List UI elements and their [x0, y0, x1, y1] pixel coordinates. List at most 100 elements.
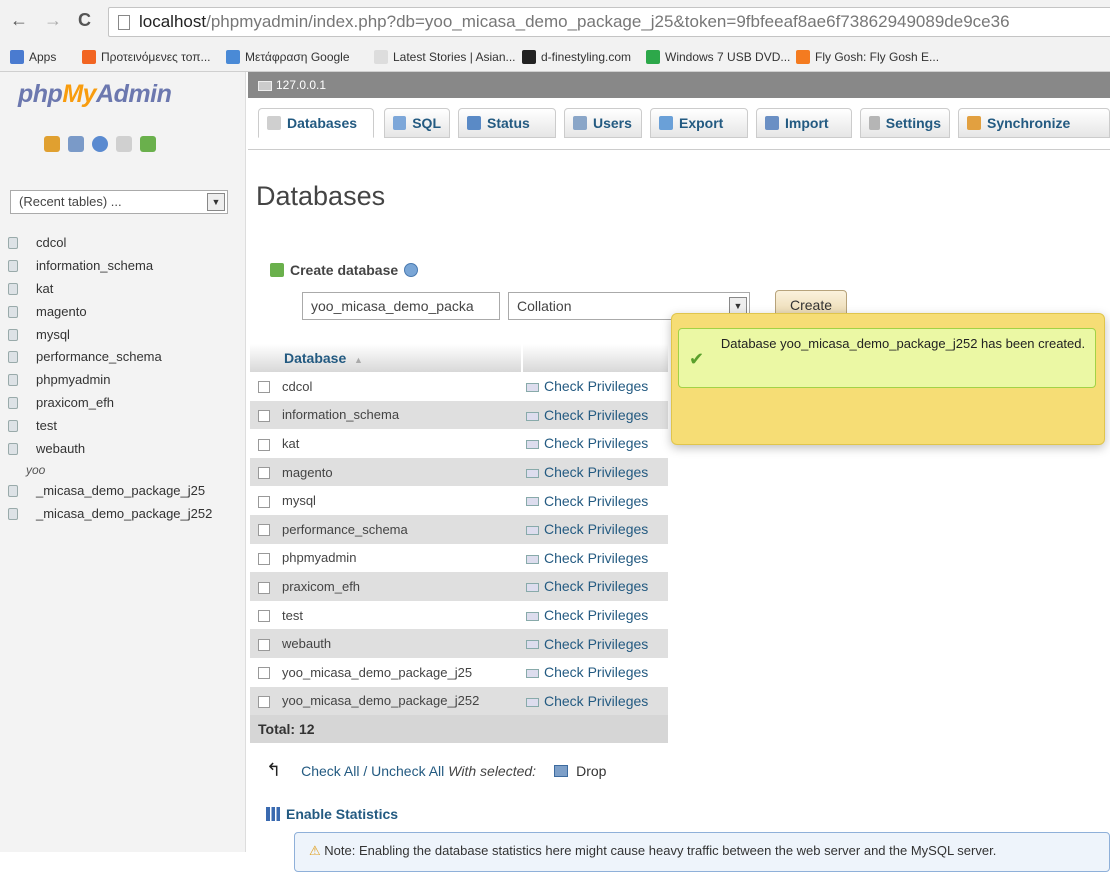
table-row: information_schema Check Privileges — [250, 400, 668, 430]
row-checkbox[interactable] — [258, 638, 270, 651]
database-name-input[interactable]: yoo_micasa_demo_packa — [302, 292, 500, 320]
row-checkbox[interactable] — [258, 495, 270, 508]
database-name-link[interactable]: test — [282, 608, 303, 623]
row-checkbox[interactable] — [258, 524, 270, 537]
help-icon[interactable] — [92, 136, 108, 152]
forward-icon[interactable]: → — [44, 10, 62, 31]
database-name-link[interactable]: yoo_micasa_demo_package_j25 — [282, 665, 472, 680]
row-checkbox[interactable] — [258, 438, 270, 451]
tab-users[interactable]: Users — [564, 108, 642, 138]
database-name-link[interactable]: praxicom_efh — [282, 579, 360, 594]
database-header-label: Database — [284, 350, 347, 366]
reload-icon[interactable]: C — [78, 10, 91, 31]
sidebar-item-database[interactable]: mysql — [0, 323, 246, 346]
check-privileges-link[interactable]: Check Privileges — [522, 600, 668, 630]
phpmyadmin-logo[interactable]: phpMyAdmin — [18, 80, 172, 109]
sidebar-item-database[interactable]: praxicom_efh — [0, 392, 246, 415]
database-cell: cdcol — [250, 372, 522, 401]
sidebar-item-database[interactable]: cdcol — [0, 232, 246, 255]
database-cell: performance_schema — [250, 514, 522, 544]
bookmark-item[interactable]: Windows 7 USB DVD... — [646, 50, 790, 64]
sidebar-item-database[interactable]: magento — [0, 300, 246, 323]
tab-sql[interactable]: SQL — [384, 108, 450, 138]
row-checkbox[interactable] — [258, 695, 270, 708]
help-icon[interactable] — [404, 263, 419, 277]
sidebar-item-database[interactable]: information_schema — [0, 255, 246, 278]
databases-table: Database ▲ cdcol Check Privileges informat… — [250, 344, 668, 744]
check-privileges-link[interactable]: Check Privileges — [522, 486, 668, 515]
home-icon[interactable] — [44, 136, 60, 152]
bookmark-item[interactable]: Latest Stories | Asian... — [374, 50, 516, 64]
database-name-link[interactable]: cdcol — [282, 379, 312, 394]
back-icon[interactable]: ← — [10, 10, 28, 31]
database-name-link[interactable]: yoo_micasa_demo_package_j252 — [282, 693, 479, 708]
navigation-panel: phpMyAdmin (Recent tables) ... ▼ cdcol in… — [0, 72, 246, 852]
tab-synchronize[interactable]: Synchronize — [958, 108, 1110, 138]
row-checkbox[interactable] — [258, 581, 270, 594]
row-checkbox[interactable] — [258, 409, 270, 422]
check-privileges-link[interactable]: Check Privileges — [522, 543, 668, 573]
bookmark-icon — [796, 50, 810, 64]
tab-settings[interactable]: Settings — [860, 108, 950, 138]
enable-statistics-link[interactable]: Enable Statistics — [266, 806, 398, 822]
privileges-icon — [526, 526, 539, 536]
database-name-link[interactable]: phpmyadmin — [282, 550, 356, 565]
sidebar-item-database[interactable]: test — [0, 414, 246, 437]
url-host: localhost — [139, 12, 207, 31]
browser-nav-row: ← → C localhost/phpmyadmin/index.php?db=… — [0, 0, 1110, 44]
database-name-link[interactable]: information_schema — [282, 407, 399, 422]
tab-databases[interactable]: Databases — [258, 108, 374, 138]
table-row: performance_schema Check Privileges — [250, 514, 668, 544]
tab-label: Export — [679, 115, 724, 131]
sidebar-item-database[interactable]: performance_schema — [0, 346, 246, 369]
enable-statistics-label: Enable Statistics — [286, 806, 399, 822]
row-checkbox[interactable] — [258, 381, 270, 394]
row-checkbox[interactable] — [258, 610, 270, 623]
database-icon — [8, 396, 18, 409]
check-privileges-link[interactable]: Check Privileges — [522, 372, 668, 401]
database-name-link[interactable]: magento — [282, 465, 333, 480]
database-name-link[interactable]: webauth — [282, 636, 331, 651]
bookmark-item[interactable]: Apps — [10, 50, 56, 64]
bookmark-item[interactable]: Fly Gosh: Fly Gosh E... — [796, 50, 939, 64]
logout-icon[interactable] — [68, 136, 84, 152]
bookmark-item[interactable]: d-finestyling.com — [522, 50, 631, 64]
tab-export[interactable]: Export — [650, 108, 748, 138]
recent-tables-value: (Recent tables) ... — [19, 194, 122, 209]
bookmark-item[interactable]: Μετάφραση Google — [226, 50, 350, 64]
recent-tables-select[interactable]: (Recent tables) ... ▼ — [10, 190, 228, 214]
sidebar-item-database[interactable]: webauth — [0, 437, 246, 460]
tab-status[interactable]: Status — [458, 108, 556, 138]
drop-button[interactable]: Drop — [554, 763, 606, 779]
check-privileges-link[interactable]: Check Privileges — [522, 457, 668, 487]
sidebar-item-database[interactable]: _micasa_demo_package_j25 — [0, 480, 246, 503]
address-bar[interactable]: localhost/phpmyadmin/index.php?db=yoo_mi… — [108, 7, 1110, 37]
check-privileges-link[interactable]: Check Privileges — [522, 400, 668, 430]
row-checkbox[interactable] — [258, 667, 270, 680]
sidebar-item-database[interactable]: _micasa_demo_package_j252 — [0, 503, 246, 526]
database-cell: webauth — [250, 629, 522, 658]
database-name-link[interactable]: mysql — [282, 493, 316, 508]
check-privileges-link[interactable]: Check Privileges — [522, 514, 668, 544]
database-name-link[interactable]: kat — [282, 436, 299, 451]
check-privileges-link[interactable]: Check Privileges — [522, 686, 668, 716]
check-privileges-link[interactable]: Check Privileges — [522, 657, 668, 687]
database-icon — [8, 508, 18, 521]
bookmark-icon — [522, 50, 536, 64]
server-breadcrumb[interactable]: 127.0.0.1 — [248, 72, 1110, 98]
documentation-icon[interactable] — [116, 136, 132, 152]
reload-nav-icon[interactable] — [140, 136, 156, 152]
bookmark-item[interactable]: Προτεινόμενες τοπ... — [82, 50, 211, 64]
check-privileges-link[interactable]: Check Privileges — [522, 429, 668, 458]
database-name-link[interactable]: performance_schema — [282, 522, 408, 537]
row-checkbox[interactable] — [258, 552, 270, 565]
tab-import[interactable]: Import — [756, 108, 852, 138]
sidebar-item-database[interactable]: phpmyadmin — [0, 369, 246, 392]
sidebar-item-database[interactable]: kat — [0, 278, 246, 301]
check-privileges-link[interactable]: Check Privileges — [522, 572, 668, 601]
database-column-header[interactable]: Database ▲ — [250, 344, 522, 372]
sidebar-group-label[interactable]: yoo — [0, 460, 246, 480]
row-checkbox[interactable] — [258, 467, 270, 480]
check-privileges-link[interactable]: Check Privileges — [522, 629, 668, 658]
check-all-link[interactable]: Check All / Uncheck All — [301, 763, 444, 779]
